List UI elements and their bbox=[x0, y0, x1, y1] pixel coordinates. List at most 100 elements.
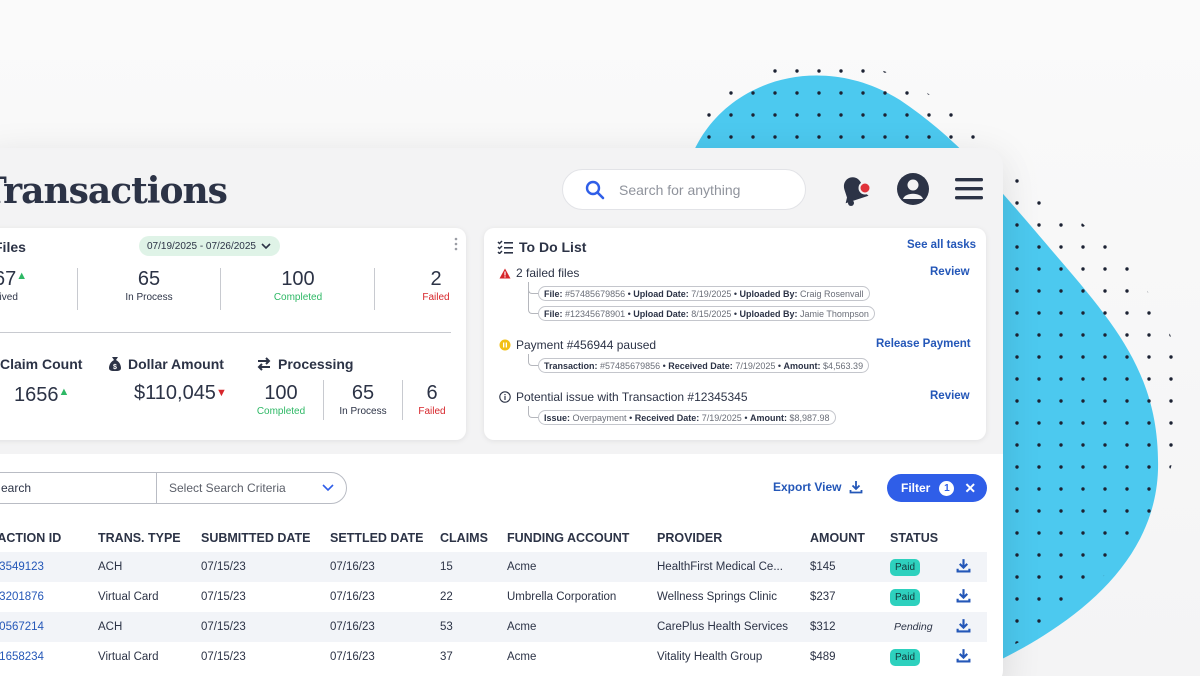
release-payment-link[interactable]: Release Payment bbox=[876, 338, 971, 350]
cell-submitted-date: 07/15/23 bbox=[201, 552, 330, 582]
chip-value: #57485679856 bbox=[565, 288, 626, 299]
table-row[interactable]: 3910567214 ACH 07/15/23 07/16/23 53 Acme… bbox=[0, 612, 987, 642]
chip-value: 7/19/2025 bbox=[701, 412, 742, 423]
table-search-input[interactable]: earch bbox=[0, 473, 157, 503]
column-header[interactable]: SETTLED DATE bbox=[330, 524, 440, 552]
chip-value: 7/19/2025 bbox=[735, 360, 776, 371]
files-title: Files bbox=[0, 239, 26, 255]
user-icon[interactable] bbox=[896, 172, 930, 206]
search-criteria-placeholder: Select Search Criteria bbox=[169, 481, 286, 495]
download-icon[interactable] bbox=[956, 648, 971, 663]
issue-detail-chip: Issue: Overpayment • Received Date: 7/19… bbox=[538, 410, 836, 425]
cell-download bbox=[956, 582, 987, 612]
divider bbox=[402, 380, 403, 420]
column-header[interactable]: SUBMITTED DATE bbox=[201, 524, 330, 552]
transaction-id-link[interactable]: 7263549123 bbox=[0, 552, 98, 582]
stat-completed-value: 100 bbox=[281, 268, 315, 290]
see-all-tasks-link[interactable]: See all tasks bbox=[907, 239, 976, 251]
transaction-id-link[interactable]: 3910567214 bbox=[0, 612, 98, 642]
status-pending: Pending bbox=[894, 621, 933, 633]
claim-count-title: Claim Count bbox=[0, 356, 83, 372]
transaction-id-link[interactable]: 0471658234 bbox=[0, 642, 98, 672]
cell-settled-date: 07/16/23 bbox=[330, 552, 440, 582]
cell-trans-type: ACH bbox=[98, 552, 201, 582]
search-criteria-select[interactable]: Select Search Criteria bbox=[157, 481, 346, 495]
stat-failed-value: 2 bbox=[430, 268, 442, 290]
review-link[interactable]: Review bbox=[930, 390, 970, 402]
column-header-actions bbox=[956, 524, 987, 552]
status-badge: Paid bbox=[890, 648, 921, 666]
cell-submitted-date: 07/15/23 bbox=[201, 612, 330, 642]
stat-failed-label: Failed bbox=[422, 292, 450, 303]
bell-icon[interactable] bbox=[836, 172, 876, 208]
download-icon[interactable] bbox=[956, 558, 971, 573]
money-bag-icon: $ bbox=[109, 357, 121, 371]
cell-funding-account: Umbrella Corporation bbox=[507, 591, 617, 603]
processing-completed: 100 Completed bbox=[250, 382, 312, 417]
chip-key: Upload Date: bbox=[633, 288, 689, 299]
search-icon bbox=[585, 180, 605, 199]
filter-count-badge: 1 bbox=[939, 480, 955, 496]
todo-title: To Do List bbox=[519, 239, 587, 255]
column-header[interactable]: TRANS. TYPE bbox=[98, 524, 201, 552]
column-header[interactable]: AMOUNT bbox=[810, 524, 890, 552]
chevron-down-icon bbox=[322, 484, 334, 492]
export-view-button[interactable]: Export View bbox=[773, 480, 863, 494]
processing-completed-value: 100 bbox=[264, 382, 298, 404]
chip-value: Overpayment bbox=[572, 412, 627, 423]
todo-item-text: Potential issue with Transaction #123453… bbox=[516, 390, 748, 404]
table-row[interactable]: 7263549123 ACH 07/15/23 07/16/23 15 Acme… bbox=[0, 552, 987, 582]
table-row[interactable]: 5943201876 Virtual Card 07/15/23 07/16/2… bbox=[0, 582, 987, 612]
chip-key: Uploaded By: bbox=[739, 308, 798, 319]
date-range-selector[interactable]: 07/19/2025 - 07/26/2025 bbox=[139, 236, 280, 256]
chip-value: $4,563.39 bbox=[823, 360, 864, 371]
cell-status: Paid bbox=[890, 642, 956, 672]
dollar-amount-value: $110,045▼ bbox=[134, 382, 227, 405]
cell-status: Paid bbox=[890, 582, 956, 612]
transaction-id-link[interactable]: 5943201876 bbox=[0, 582, 98, 612]
filter-label: Filter bbox=[901, 481, 931, 495]
column-header[interactable]: PROVIDER bbox=[657, 524, 810, 552]
cell-settled-date: 07/16/23 bbox=[330, 651, 375, 663]
processing-failed-label: Failed bbox=[418, 406, 446, 417]
transactions-table-section: earch Select Search Criteria Export View… bbox=[0, 454, 1003, 676]
warning-icon bbox=[499, 268, 511, 278]
column-header[interactable]: NSACTION ID bbox=[0, 524, 98, 552]
more-options-icon[interactable] bbox=[454, 237, 458, 251]
chip-key: Amount: bbox=[749, 412, 787, 423]
table-row[interactable]: 0471658234 Virtual Card 07/15/23 07/16/2… bbox=[0, 642, 987, 672]
cell-claims: 22 bbox=[440, 591, 453, 603]
cell-submitted-date: 07/15/23 bbox=[201, 651, 246, 663]
clear-filter-icon[interactable]: ✕ bbox=[964, 480, 976, 497]
file-detail-chip: File: #12345678901 • Upload Date: 8/15/2… bbox=[538, 306, 875, 321]
chip-key: Received Date: bbox=[668, 360, 733, 371]
cell-settled-date: 07/16/23 bbox=[330, 612, 440, 642]
column-header[interactable]: CLAIMS bbox=[440, 524, 507, 552]
table-search: earch Select Search Criteria bbox=[0, 472, 347, 504]
files-card: Files 07/19/2025 - 07/26/2025 67▲ eived … bbox=[0, 228, 466, 440]
stage: Transactions Files 07/19 bbox=[0, 0, 1200, 676]
processing-in-process-label: In Process bbox=[339, 406, 387, 417]
chip-key: Uploaded By: bbox=[739, 288, 798, 299]
processing-in-process-value: 65 bbox=[351, 382, 375, 404]
review-link[interactable]: Review bbox=[930, 266, 970, 278]
chip-key: Received Date: bbox=[634, 412, 700, 423]
todo-card: To Do List See all tasks 2 failed files … bbox=[484, 228, 986, 440]
search-input[interactable] bbox=[619, 181, 779, 198]
global-search[interactable] bbox=[562, 169, 806, 210]
export-view-label: Export View bbox=[773, 480, 842, 494]
menu-icon[interactable] bbox=[954, 176, 984, 202]
chip-value: 7/19/2025 bbox=[691, 288, 732, 299]
stat-completed-label: Completed bbox=[273, 292, 323, 303]
dollar-amount-title: Dollar Amount bbox=[128, 356, 224, 372]
cell-trans-type: Virtual Card bbox=[98, 651, 159, 663]
filter-button[interactable]: Filter 1 ✕ bbox=[887, 474, 987, 502]
trend-up-icon: ▲ bbox=[58, 386, 70, 398]
column-header[interactable]: FUNDING ACCOUNT bbox=[507, 524, 657, 552]
column-header[interactable]: STATUS bbox=[890, 524, 956, 552]
pause-icon bbox=[499, 339, 511, 351]
cell-submitted-date: 07/15/23 bbox=[201, 591, 246, 603]
download-icon[interactable] bbox=[956, 588, 971, 603]
download-icon[interactable] bbox=[956, 618, 971, 633]
processing-header: Processing bbox=[256, 356, 353, 372]
